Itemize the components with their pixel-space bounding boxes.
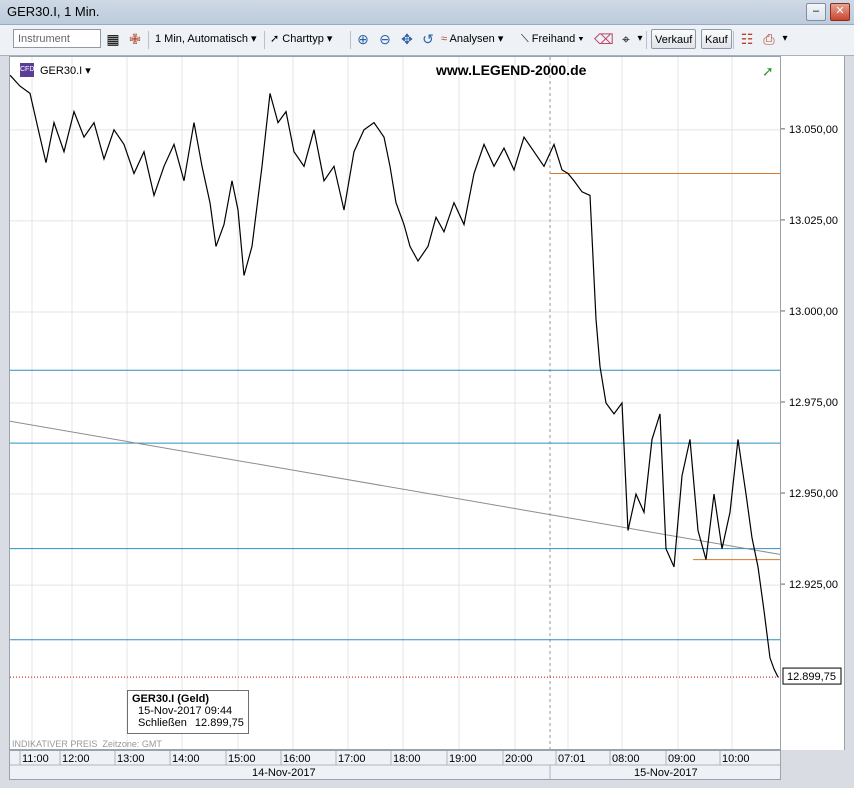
- trend-arrow-icon: ➚: [762, 63, 774, 79]
- y-tick-label: 12.925,00: [789, 579, 838, 591]
- chart-area[interactable]: CFD GER30.I ▾ www.LEGEND-2000.de ➚ INDIK…: [9, 56, 781, 750]
- x-tick-label: 13:00: [117, 753, 145, 765]
- x-tick-label: 07:01: [558, 753, 586, 765]
- tooltip-title: GER30.I (Geld): [132, 693, 210, 705]
- instrument-list-icon[interactable]: ▦: [104, 30, 122, 48]
- x-tick-label: 17:00: [338, 753, 366, 765]
- tooltip-close-row: Schließen 12.899,75: [132, 717, 244, 729]
- chevron-down-icon: ▾: [326, 33, 333, 45]
- symbol-text: GER30.I: [40, 65, 83, 77]
- toolbar-divider: [646, 31, 647, 49]
- y-tick-label: 13.050,00: [789, 124, 838, 136]
- gridlines: [10, 57, 780, 749]
- freihand-dropdown[interactable]: ⟍ Freihand ▾: [521, 29, 584, 50]
- y-axis-svg: 13.050,00 13.025,00 13.000,00 12.975,00 12.9…: [781, 124, 842, 685]
- trendline: [10, 420, 780, 555]
- toolbar-divider: [733, 31, 734, 49]
- indicator-icon[interactable]: ✙: [126, 30, 144, 48]
- analysis-icon: ≈: [441, 33, 448, 45]
- tooltip-close-value: 12.899,75: [194, 717, 244, 729]
- pen-icon: ⟍: [521, 33, 529, 45]
- series-layer: [10, 74, 779, 678]
- y-tick-label: 13.000,00: [789, 306, 838, 318]
- date-label: 14-Nov-2017: [252, 767, 316, 779]
- tooltip-close-label: Schließen: [138, 717, 187, 729]
- chevron-down-icon: ▾: [85, 65, 91, 77]
- y-tick-label: 12.950,00: [789, 488, 838, 500]
- close-icon: ✕: [835, 5, 845, 17]
- price-tooltip: GER30.I (Geld) 15-Nov-2017 09:44 Schließ…: [127, 690, 249, 734]
- toolbar-divider: [350, 31, 351, 49]
- analysen-label: Analysen: [449, 33, 495, 45]
- window-title: GER30.I, 1 Min.: [7, 4, 100, 19]
- indikativ-label: INDIKATIVER PREIS Zeitzone: GMT: [12, 739, 162, 749]
- chevron-down-icon: ▾: [578, 33, 584, 45]
- instrument-input[interactable]: Instrument: [13, 29, 101, 48]
- x-tick-label: 20:00: [505, 753, 533, 765]
- zoom-out-icon[interactable]: ⊖: [376, 30, 394, 48]
- x-tick-label: 19:00: [449, 753, 477, 765]
- y-tick-label: 12.975,00: [789, 397, 838, 409]
- line-chart-icon: ➚: [270, 33, 280, 45]
- x-tick-label: 11:00: [22, 753, 49, 765]
- x-axis-svg: 11:00 12:00 13:00 14:00 15:00 16:00 17:00 18:00…: [10, 751, 780, 779]
- tooltip-datetime: 15-Nov-2017 09:44: [138, 705, 233, 717]
- chevron-down-icon: ▾: [497, 33, 504, 45]
- watermark-text: www.LEGEND-2000.de: [436, 62, 587, 78]
- fit-icon[interactable]: ✥: [398, 30, 416, 48]
- symbol-label[interactable]: GER30.I ▾: [40, 64, 91, 77]
- y-axis[interactable]: 13.050,00 13.025,00 13.000,00 12.975,00 12.9…: [781, 56, 845, 750]
- undo-icon[interactable]: ↺: [419, 30, 437, 48]
- x-tick-label: 16:00: [283, 753, 311, 765]
- buy-button[interactable]: Kauf: [701, 29, 732, 49]
- toolbar: Instrument ▦ ✙ 1 Min, Automatisch ▾ ➚ Ch…: [0, 25, 854, 56]
- instrument-icon: CFD: [20, 63, 34, 77]
- zoom-in-icon[interactable]: ⊕: [354, 30, 372, 48]
- x-tick-label: 09:00: [668, 753, 696, 765]
- x-tick-label: 10:00: [722, 753, 750, 765]
- charttyp-label: Charttyp: [282, 33, 324, 45]
- price-series-line: [10, 74, 779, 678]
- window-edge: [845, 56, 854, 788]
- title-bar: GER30.I, 1 Min. – ✕: [0, 0, 854, 25]
- sell-button[interactable]: Verkauf: [651, 29, 697, 49]
- date-label: 15-Nov-2017: [634, 767, 698, 779]
- eraser-icon[interactable]: ⌫: [594, 30, 614, 48]
- x-tick-label: 15:00: [228, 753, 256, 765]
- x-tick-label: 08:00: [612, 753, 640, 765]
- last-price-label: 12.899,75: [787, 671, 836, 683]
- interval-dropdown[interactable]: 1 Min, Automatisch ▾: [155, 29, 257, 50]
- chevron-down-icon[interactable]: ▾: [776, 30, 794, 48]
- indikativ-text: INDIKATIVER PREIS: [12, 739, 98, 749]
- x-axis[interactable]: 11:00 12:00 13:00 14:00 15:00 16:00 17:00 18:00…: [9, 750, 781, 780]
- price-chart: [10, 57, 780, 749]
- level-lines: [10, 173, 780, 678]
- interval-label: 1 Min, Automatisch: [155, 33, 248, 45]
- zeitzone-text: Zeitzone: GMT: [102, 739, 162, 749]
- x-tick-label: 12:00: [62, 753, 90, 765]
- y-tick-label: 13.025,00: [789, 215, 838, 227]
- close-button[interactable]: ✕: [830, 3, 850, 21]
- toolbar-divider: [148, 31, 149, 49]
- minimize-button[interactable]: –: [806, 3, 826, 21]
- freihand-label: Freihand: [531, 33, 576, 45]
- chevron-down-icon: ▾: [251, 33, 257, 45]
- analysen-dropdown[interactable]: ≈ Analysen ▾: [441, 29, 503, 50]
- minimize-icon: –: [812, 5, 820, 17]
- x-tick-label: 14:00: [172, 753, 200, 765]
- toolbar-divider: [264, 31, 265, 49]
- charttyp-dropdown[interactable]: ➚ Charttyp ▾: [270, 29, 332, 50]
- chart-settings-icon[interactable]: ☷: [738, 30, 756, 48]
- x-tick-label: 18:00: [393, 753, 421, 765]
